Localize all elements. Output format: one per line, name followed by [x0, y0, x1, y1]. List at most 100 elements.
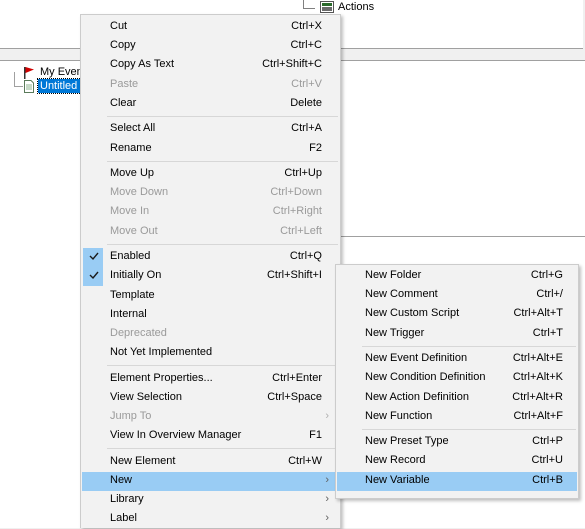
menu-separator [107, 160, 338, 162]
menu-separator [107, 243, 338, 245]
menu-item-new-folder[interactable]: New Folder Ctrl+G [337, 267, 577, 286]
menu-item-new-trigger[interactable]: New Trigger Ctrl+T [337, 325, 577, 344]
menu-item-label: Move In [110, 205, 150, 218]
menu-item-shortcut: Ctrl+Space [267, 390, 322, 403]
menu-item-new-preset-type[interactable]: New Preset Type Ctrl+P [337, 433, 577, 452]
menu-item-label: New Custom Script [365, 307, 460, 320]
chevron-right-icon: › [325, 512, 329, 525]
menu-item-enabled[interactable]: Enabled Ctrl+Q [82, 248, 339, 268]
menu-item-shortcut: Ctrl+Down [270, 186, 322, 199]
menu-item-jump-to[interactable]: Jump To › [82, 408, 339, 427]
menu-item-label: Library [110, 493, 144, 506]
menu-item-shortcut: Ctrl+G [530, 269, 563, 281]
menu-item-label: Clear [110, 96, 137, 109]
menu-item-label[interactable]: Label › [82, 510, 339, 529]
menu-item-label: Label [110, 512, 137, 525]
menu-item-label: View Selection [110, 390, 182, 403]
menu-separator [362, 345, 576, 347]
menu-item-new-function[interactable]: New Function Ctrl+Alt+F [337, 408, 577, 427]
menu-separator [107, 116, 338, 117]
menu-item-new-custom-script[interactable]: New Custom Script Ctrl+Alt+T [337, 305, 577, 324]
menu-item-view-selection[interactable]: View Selection Ctrl+Space [82, 389, 339, 408]
menu-item-label: View In Overview Manager [110, 429, 242, 442]
menu-item-shortcut: Delete [290, 96, 322, 109]
flag-icon [23, 66, 35, 79]
menu-item-view-in-overview-manager[interactable]: View In Overview Manager F1 [82, 427, 339, 446]
menu-item-label: New Folder [365, 269, 422, 281]
menu-item-library[interactable]: Library › [82, 491, 339, 510]
checkmark-icon [89, 270, 99, 280]
tree-connector [14, 86, 23, 87]
menu-item-select-all[interactable]: Select All Ctrl+A [82, 120, 339, 139]
menu-item-not-yet-implemented[interactable]: Not Yet Implemented [82, 344, 339, 363]
menu-item-shortcut: Ctrl+B [532, 473, 563, 486]
menu-item-clear[interactable]: Clear Delete [82, 95, 339, 114]
menu-item-label: New Record [365, 454, 426, 467]
menu-item-shortcut: Ctrl+W [288, 454, 322, 467]
menu-item-paste[interactable]: Paste Ctrl+V [82, 76, 339, 95]
menu-item-shortcut: Ctrl+A [291, 122, 322, 135]
menu-item-new-condition-definition[interactable]: New Condition Definition Ctrl+Alt+K [337, 369, 577, 388]
menu-item-shortcut: Ctrl+Enter [272, 371, 322, 384]
menu-item-label: New Trigger [365, 326, 425, 339]
menu-item-label: Initially On [110, 269, 162, 282]
menu-item-move-up[interactable]: Move Up Ctrl+Up [82, 165, 339, 184]
menu-item-label: Internal [110, 307, 147, 320]
menu-separator [107, 448, 338, 450]
tree-item-my-event[interactable]: My Event [40, 66, 86, 78]
menu-item-new[interactable]: New › [82, 471, 339, 491]
menu-item-label: Template [110, 288, 155, 301]
menu-item-shortcut: Ctrl+Alt+R [512, 390, 563, 403]
checkmark-icon [89, 251, 99, 261]
tree-connector [303, 0, 304, 8]
menu-item-shortcut: Ctrl+X [291, 20, 322, 32]
checked-indicator [83, 267, 103, 287]
menu-item-label: Rename [110, 141, 152, 154]
menu-item-internal[interactable]: Internal [82, 306, 339, 325]
menu-item-move-out[interactable]: Move Out Ctrl+Left [82, 223, 339, 242]
menu-item-label: New Condition Definition [365, 371, 486, 384]
chevron-right-icon: › [325, 410, 329, 422]
menu-item-rename[interactable]: Rename F2 [82, 140, 339, 159]
menu-item-shortcut: Ctrl+P [532, 435, 563, 448]
menu-item-new-record[interactable]: New Record Ctrl+U [337, 452, 577, 471]
menu-item-shortcut: Ctrl+Up [284, 167, 322, 179]
menu-item-shortcut: Ctrl+Alt+F [513, 409, 563, 422]
menu-item-move-in[interactable]: Move In Ctrl+Right [82, 203, 339, 222]
menu-item-move-down[interactable]: Move Down Ctrl+Down [82, 184, 339, 203]
menu-item-shortcut: Ctrl+Alt+T [513, 307, 563, 320]
menu-item-deprecated[interactable]: Deprecated [82, 325, 339, 344]
menu-item-new-event-definition[interactable]: New Event Definition Ctrl+Alt+E [337, 350, 577, 369]
menu-item-shortcut: Ctrl+Q [289, 250, 322, 263]
menu-item-shortcut: F1 [309, 429, 322, 442]
menu-item-label: Paste [110, 77, 139, 90]
menu-item-element-properties[interactable]: Element Properties... Ctrl+Enter [82, 370, 339, 389]
tree-connector [303, 8, 315, 9]
menu-item-label: New Preset Type [365, 435, 449, 448]
menu-item-label: Move Down [110, 186, 169, 199]
menu-item-new-element[interactable]: New Element Ctrl+W [82, 453, 339, 472]
document-icon [23, 80, 35, 93]
menu-separator [362, 428, 576, 430]
menu-item-new-variable[interactable]: New Variable Ctrl+B [337, 471, 577, 491]
menu-item-copy[interactable]: Copy Ctrl+C [82, 37, 339, 56]
menu-separator [107, 365, 338, 367]
menu-item-initially-on[interactable]: Initially On Ctrl+Shift+I [82, 267, 339, 287]
menu-item-label: Enabled [110, 250, 151, 263]
menu-item-new-comment[interactable]: New Comment Ctrl+/ [337, 286, 577, 305]
tree-item-actions[interactable]: Actions [338, 1, 374, 13]
menu-item-label: Select All [110, 122, 156, 135]
menu-item-new-action-definition[interactable]: New Action Definition Ctrl+Alt+R [337, 389, 577, 408]
menu-item-shortcut: Ctrl+U [531, 454, 563, 467]
menu-item-cut[interactable]: Cut Ctrl+X [82, 18, 339, 37]
menu-item-label: Copy [110, 39, 136, 52]
menu-item-label: New Action Definition [365, 390, 469, 403]
menu-item-label: Cut [110, 20, 128, 32]
menu-item-label: Element Properties... [110, 371, 213, 384]
menu-item-shortcut: Ctrl+Right [272, 205, 322, 218]
menu-item-label: New Event Definition [365, 352, 468, 365]
menu-item-shortcut: Ctrl+Alt+E [512, 352, 563, 365]
checked-indicator [83, 248, 103, 268]
menu-item-template[interactable]: Template [82, 287, 339, 306]
menu-item-copy-as-text[interactable]: Copy As Text Ctrl+Shift+C [82, 56, 339, 75]
